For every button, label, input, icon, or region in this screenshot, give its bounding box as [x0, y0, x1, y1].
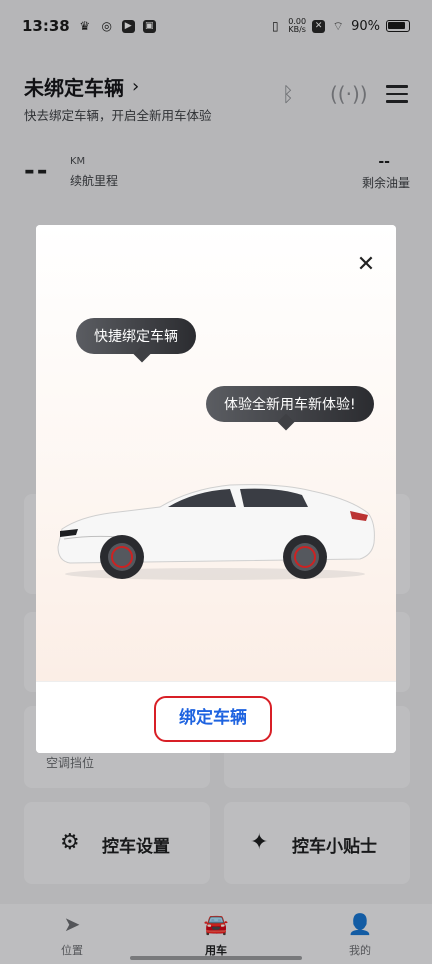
modal-hero: ✕ 快捷绑定车辆 体验全新用车新体验!	[36, 225, 396, 681]
bind-vehicle-modal: ✕ 快捷绑定车辆 体验全新用车新体验! 绑定车辆	[36, 225, 396, 753]
bind-vehicle-button[interactable]: 绑定车辆	[154, 696, 272, 742]
car-illustration	[57, 484, 375, 580]
close-icon[interactable]: ✕	[354, 253, 378, 277]
speech-bubble-new-experience: 体验全新用车新体验!	[206, 386, 374, 422]
speech-bubble-quick-bind: 快捷绑定车辆	[76, 318, 196, 354]
modal-footer: 绑定车辆	[36, 681, 396, 753]
